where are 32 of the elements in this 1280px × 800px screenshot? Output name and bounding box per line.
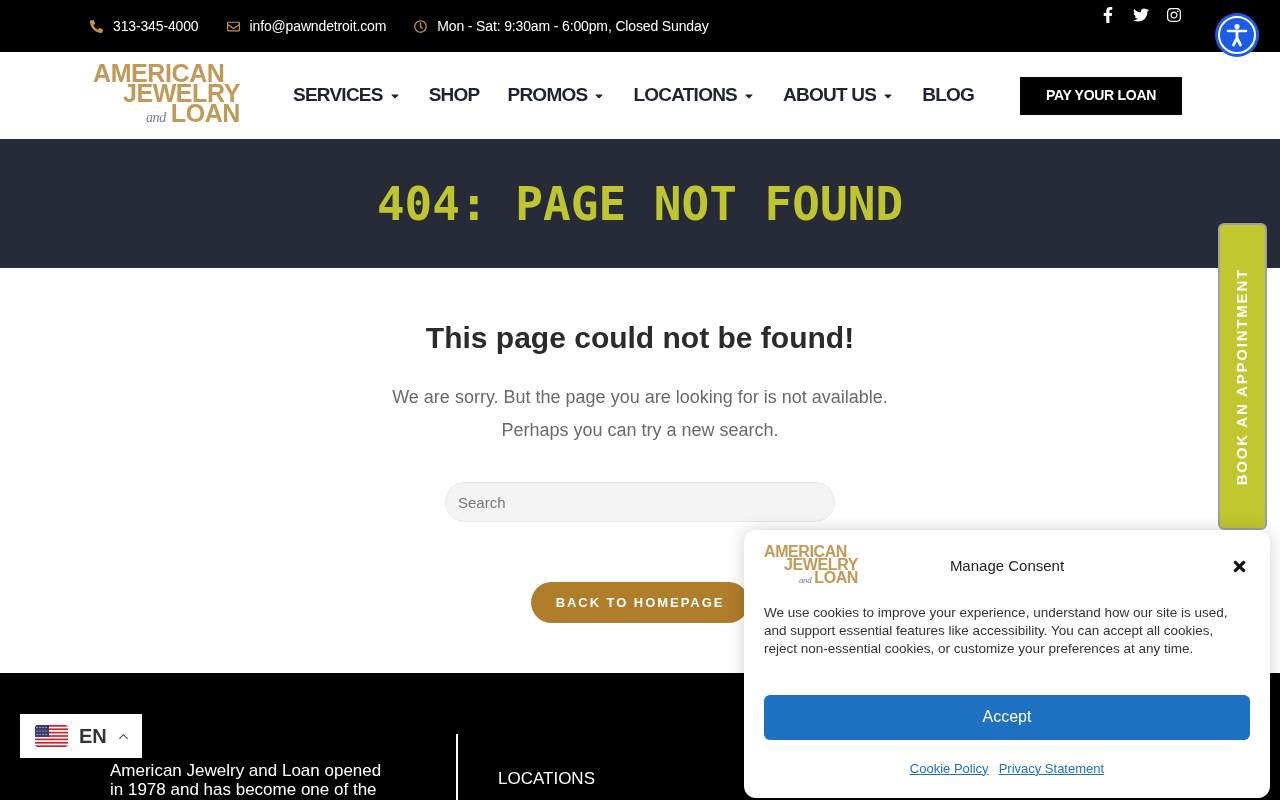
nav-link[interactable]: SHOP bbox=[428, 81, 480, 110]
nav-link[interactable]: PROMOS bbox=[507, 81, 606, 110]
language-switcher[interactable]: EN bbox=[20, 714, 142, 758]
nav-link[interactable]: LOCATIONS bbox=[633, 81, 756, 110]
us-flag-icon bbox=[35, 725, 68, 747]
accept-button[interactable]: Accept bbox=[764, 694, 1250, 740]
logo: AMERICAN JEWELRY and LOAN bbox=[764, 545, 858, 587]
twitter-icon[interactable] bbox=[1133, 7, 1149, 23]
nav-link[interactable]: ABOUT US bbox=[783, 81, 895, 110]
email-link[interactable]: info@pawndetroit.com bbox=[226, 15, 387, 37]
policy-link[interactable]: Cookie Policy bbox=[909, 758, 989, 778]
consent-text: We use cookies to improve your experience, understand how our site is used, and support essential features like accessibility. You can accept all cookies, reject non-essential cookies, or customize your preferences at any time. bbox=[764, 604, 1229, 658]
locations-heading: LOCATIONS bbox=[498, 769, 595, 788]
nav-link[interactable]: BLOG bbox=[922, 81, 975, 110]
dialog-title: Manage Consent bbox=[949, 555, 1065, 576]
phone-icon bbox=[90, 19, 103, 33]
message-text: We are sorry. But the page you are looking for is not available. bbox=[392, 386, 888, 409]
about-text: American Jewelry and Loan opened in 1978 and has become one of the bbox=[110, 761, 383, 799]
envelope-icon bbox=[226, 19, 240, 33]
error-heading: This page could not be found! bbox=[425, 320, 855, 356]
pay-loan-button[interactable]: PAY YOUR LOAN bbox=[1020, 76, 1182, 115]
nav-link[interactable]: SERVICES bbox=[293, 81, 401, 110]
opening-hours-text: Mon - Sat: 9:30am - 6:00pm, Closed Sunday bbox=[437, 16, 709, 36]
accessibility-icon[interactable] bbox=[1215, 13, 1259, 57]
instagram-icon[interactable] bbox=[1166, 7, 1182, 23]
phone-link[interactable]: 313-345-4000 bbox=[90, 15, 199, 37]
logo[interactable]: AMERICAN JEWELRY and LOAN bbox=[93, 63, 240, 128]
search-field[interactable]: Search bbox=[445, 482, 835, 522]
message-text: Perhaps you can try a new search. bbox=[501, 419, 779, 442]
policy-link[interactable]: Privacy Statement bbox=[998, 758, 1105, 778]
clock-icon bbox=[414, 19, 428, 33]
page-title: 404: PAGE NOT FOUND bbox=[376, 180, 904, 227]
